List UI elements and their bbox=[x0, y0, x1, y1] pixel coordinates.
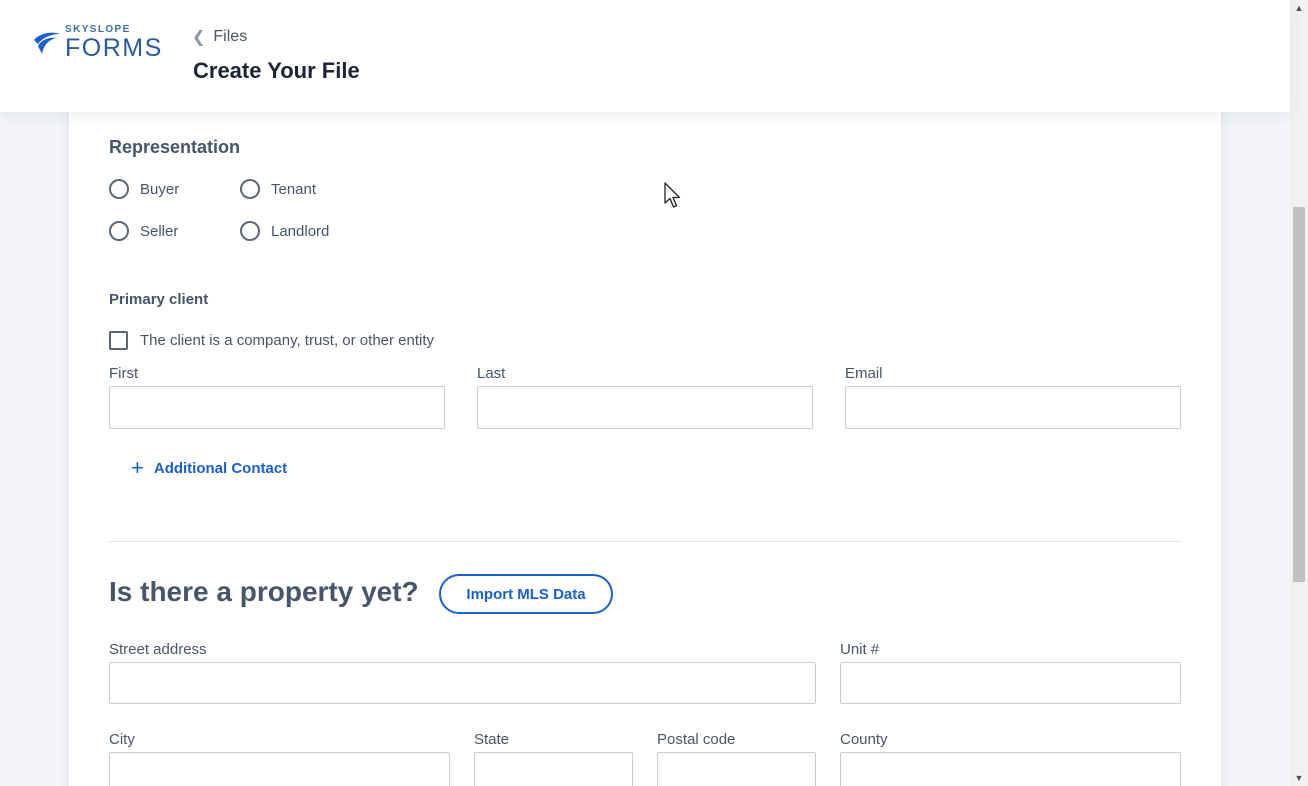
radio-circle[interactable] bbox=[240, 179, 260, 199]
radio-circle[interactable] bbox=[109, 179, 129, 199]
property-title: Is there a property yet? bbox=[109, 576, 419, 607]
import-mls-button[interactable]: Import MLS Data bbox=[439, 574, 613, 614]
last-name-label: Last bbox=[477, 365, 506, 382]
street-address-label: Street address bbox=[109, 641, 207, 658]
radio-tenant[interactable]: Tenant bbox=[240, 179, 316, 199]
radio-label-buyer: Buyer bbox=[140, 180, 180, 198]
entity-checkbox-label: The client is a company, trust, or other… bbox=[140, 332, 435, 349]
radio-circle[interactable] bbox=[240, 221, 260, 241]
street-address-input[interactable] bbox=[109, 662, 816, 704]
postal-code-label: Postal code bbox=[657, 731, 736, 748]
city-label: City bbox=[109, 731, 135, 748]
plus-icon: + bbox=[131, 455, 144, 480]
radio-seller[interactable]: Seller bbox=[109, 221, 178, 241]
state-label: State bbox=[474, 731, 510, 748]
state-input[interactable] bbox=[474, 752, 633, 786]
city-input[interactable] bbox=[109, 752, 450, 786]
email-input[interactable] bbox=[845, 386, 1181, 429]
primary-client-title: Primary client bbox=[109, 291, 209, 308]
radio-label-tenant: Tenant bbox=[271, 180, 317, 198]
mouse-cursor-icon bbox=[664, 182, 681, 208]
last-name-input[interactable] bbox=[477, 386, 813, 429]
additional-contact-label: Additional Contact bbox=[153, 459, 288, 477]
scrollbar-thumb[interactable] bbox=[1293, 207, 1305, 582]
chevron-left-icon: ❮ bbox=[192, 29, 206, 46]
email-label: Email bbox=[845, 365, 883, 382]
skyslope-forms-logo[interactable]: SKYSLOPE FORMS bbox=[32, 24, 162, 64]
radio-buyer[interactable]: Buyer bbox=[109, 179, 179, 199]
radio-label-landlord: Landlord bbox=[271, 222, 330, 240]
scroll-down-arrow-icon[interactable]: ▼ bbox=[1290, 770, 1308, 786]
app-header: SKYSLOPE FORMS ❮ Files Create Your File bbox=[0, 0, 1290, 112]
first-name-input[interactable] bbox=[109, 386, 445, 429]
representation-title: Representation bbox=[109, 137, 241, 157]
additional-contact-button[interactable]: + Additional Contact bbox=[131, 455, 288, 480]
page-title: Create Your File bbox=[193, 58, 360, 83]
radio-circle[interactable] bbox=[109, 221, 129, 241]
entity-checkbox[interactable]: The client is a company, trust, or other… bbox=[109, 331, 434, 350]
radio-label-seller: Seller bbox=[140, 222, 179, 240]
breadcrumb-label: Files bbox=[213, 28, 248, 45]
radio-landlord[interactable]: Landlord bbox=[240, 221, 329, 241]
unit-input[interactable] bbox=[840, 662, 1181, 704]
scroll-up-arrow-icon[interactable]: ▲ bbox=[1290, 0, 1308, 16]
postal-code-input[interactable] bbox=[657, 752, 816, 786]
breadcrumb-files[interactable]: ❮ Files bbox=[192, 27, 247, 47]
logo-text-forms: FORMS bbox=[65, 34, 163, 62]
checkbox-box[interactable] bbox=[109, 331, 128, 350]
county-input[interactable] bbox=[840, 752, 1181, 786]
skyslope-swoosh-icon bbox=[34, 32, 60, 54]
first-name-label: First bbox=[109, 365, 139, 382]
section-divider bbox=[109, 541, 1181, 542]
unit-label: Unit # bbox=[840, 641, 880, 658]
county-label: County bbox=[840, 731, 888, 748]
